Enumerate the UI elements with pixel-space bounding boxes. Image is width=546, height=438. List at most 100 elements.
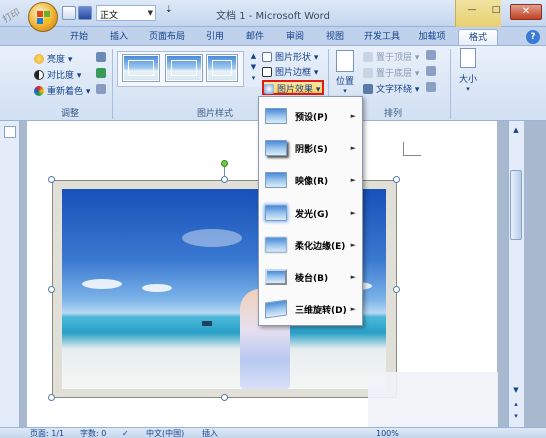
status-language[interactable]: 中文(中国) [146, 428, 184, 438]
group-separator [112, 49, 113, 119]
resize-handle[interactable] [221, 176, 228, 183]
tab-home[interactable]: 开始 [62, 29, 96, 45]
recolor-icon [34, 85, 44, 96]
menu-item-bevel[interactable]: 棱台(B) ► [259, 262, 362, 292]
scroll-up-icon[interactable]: ▲ [510, 124, 522, 136]
scroll-down-icon[interactable]: ▼ [510, 384, 522, 396]
contrast-button[interactable]: 对比度 ▾ [34, 68, 81, 81]
picture-effects-label-wrap: 图片效果 ▾ [264, 82, 320, 95]
position-icon [336, 50, 354, 72]
text-wrap-button[interactable]: 文字环绕 ▾ [363, 82, 419, 95]
tab-references[interactable]: 引用 [198, 29, 232, 45]
recolor-button[interactable]: 重新着色 ▾ [34, 84, 90, 97]
resize-handle[interactable] [221, 394, 228, 401]
resize-handle[interactable] [393, 286, 400, 293]
scroll-thumb[interactable] [510, 170, 522, 240]
quick-access-toolbar [62, 5, 92, 21]
minimize-button[interactable]: — [462, 5, 482, 19]
menu-item-soft-edges[interactable]: 柔化边缘(E) ► [259, 230, 362, 260]
shadow-thumb-icon [265, 140, 287, 156]
bring-to-front-button[interactable]: 置于顶层 ▾ [363, 50, 419, 63]
undo-icon[interactable] [62, 6, 76, 20]
tab-page-layout[interactable]: 页面布局 [143, 29, 191, 45]
ruler-tab-selector[interactable] [4, 126, 16, 138]
bring-front-label: 置于顶层 ▾ [376, 53, 420, 63]
tab-developer[interactable]: 开发工具 [358, 29, 406, 45]
reset-picture-button[interactable] [96, 84, 106, 94]
picture-effects-menu: 预设(P) ► 阴影(S) ► 映像(R) ► 发光(G) ► 柔化边缘(E) … [258, 96, 363, 326]
tab-view[interactable]: 视图 [318, 29, 352, 45]
status-insert-mode[interactable]: 插入 [202, 428, 218, 438]
group-label-adjust: 调整 [60, 109, 79, 119]
menu-item-3d-rotation[interactable]: 三维旋转(D) ► [259, 294, 362, 324]
status-words[interactable]: 字数: 0 [80, 428, 106, 438]
resize-handle[interactable] [48, 176, 55, 183]
next-page-icon[interactable]: ▾ [510, 410, 522, 422]
menu-item-glow[interactable]: 发光(G) ► [259, 198, 362, 228]
rotate-button[interactable] [426, 82, 436, 92]
menu-item-reflection[interactable]: 映像(R) ► [259, 165, 362, 195]
save-icon[interactable] [78, 6, 92, 20]
menu-item-preset[interactable]: 预设(P) ► [259, 101, 362, 131]
prev-page-icon[interactable]: ▴ [510, 398, 522, 410]
status-page[interactable]: 页面: 1/1 [30, 428, 64, 438]
compress-pictures-button[interactable] [96, 52, 106, 62]
resize-handle[interactable] [48, 286, 55, 293]
status-bar: 页面: 1/1 字数: 0 ✓ 中文(中国) 插入 100% [0, 427, 546, 438]
style-thumbnail[interactable] [207, 55, 237, 81]
reset-picture-icon [96, 84, 106, 94]
spellcheck-icon[interactable]: ✓ [122, 428, 129, 438]
size-label: 大小 [458, 75, 477, 85]
picture-border-button[interactable]: 图片边框 ▾ [262, 65, 318, 78]
picture-effects-label: 图片效果 ▾ [277, 85, 321, 95]
resize-handle[interactable] [393, 176, 400, 183]
group-separator [450, 49, 451, 119]
office-button[interactable] [28, 2, 58, 32]
text-wrap-icon [363, 83, 373, 94]
submenu-arrow-icon: ► [350, 273, 356, 281]
tab-review[interactable]: 审阅 [278, 29, 312, 45]
vertical-scrollbar[interactable] [508, 121, 524, 427]
glow-thumb-icon [265, 205, 287, 221]
tab-mailings[interactable]: 邮件 [238, 29, 272, 45]
resize-handle[interactable] [48, 394, 55, 401]
style-combo[interactable]: 正文 ▼ [96, 5, 156, 21]
position-button[interactable]: 位置 ▾ [332, 50, 358, 100]
qat-customize-icon[interactable]: ⇣ [165, 5, 173, 15]
compress-icon [96, 52, 106, 62]
style-thumbnail[interactable] [123, 55, 159, 81]
menu-item-shadow[interactable]: 阴影(S) ► [259, 133, 362, 163]
size-button[interactable]: 大小 ▾ [455, 48, 481, 104]
style-combo-value: 正文 [100, 11, 119, 21]
position-label: 位置 [335, 77, 354, 87]
picture-shape-button[interactable]: 图片形状 ▾ [262, 50, 318, 63]
status-zoom[interactable]: 100% [376, 428, 399, 438]
rotate-icon [426, 82, 436, 92]
align-button[interactable] [426, 50, 436, 60]
contrast-icon [34, 69, 44, 80]
reflection-thumb-icon [265, 172, 287, 188]
effects-icon [264, 83, 274, 94]
close-button[interactable]: ✕ [510, 4, 542, 20]
bring-front-icon [363, 51, 373, 62]
submenu-arrow-icon: ► [350, 176, 356, 184]
tab-addins[interactable]: 加载项 [412, 29, 452, 45]
submenu-arrow-icon: ► [350, 144, 356, 152]
brightness-button[interactable]: 亮度 ▾ [34, 52, 72, 65]
style-thumbnail[interactable] [166, 55, 202, 81]
send-to-back-button[interactable]: 置于底层 ▾ [363, 66, 419, 79]
tab-format[interactable]: 格式 [458, 29, 498, 45]
chevron-down-icon: ▼ [147, 9, 153, 17]
submenu-arrow-icon: ► [350, 305, 356, 313]
size-icon [460, 48, 476, 68]
group-icon [426, 66, 436, 76]
rotation-handle[interactable] [221, 160, 228, 167]
help-icon[interactable]: ? [526, 30, 540, 44]
3d-rotation-thumb-icon [265, 299, 287, 319]
maximize-button[interactable]: □ [486, 5, 506, 19]
group-button[interactable] [426, 66, 436, 76]
tab-insert[interactable]: 插入 [102, 29, 136, 45]
change-picture-button[interactable] [96, 68, 106, 78]
submenu-arrow-icon: ► [350, 209, 356, 217]
gallery-scroll-buttons[interactable]: ▲ ▼ ▾ [243, 51, 263, 87]
